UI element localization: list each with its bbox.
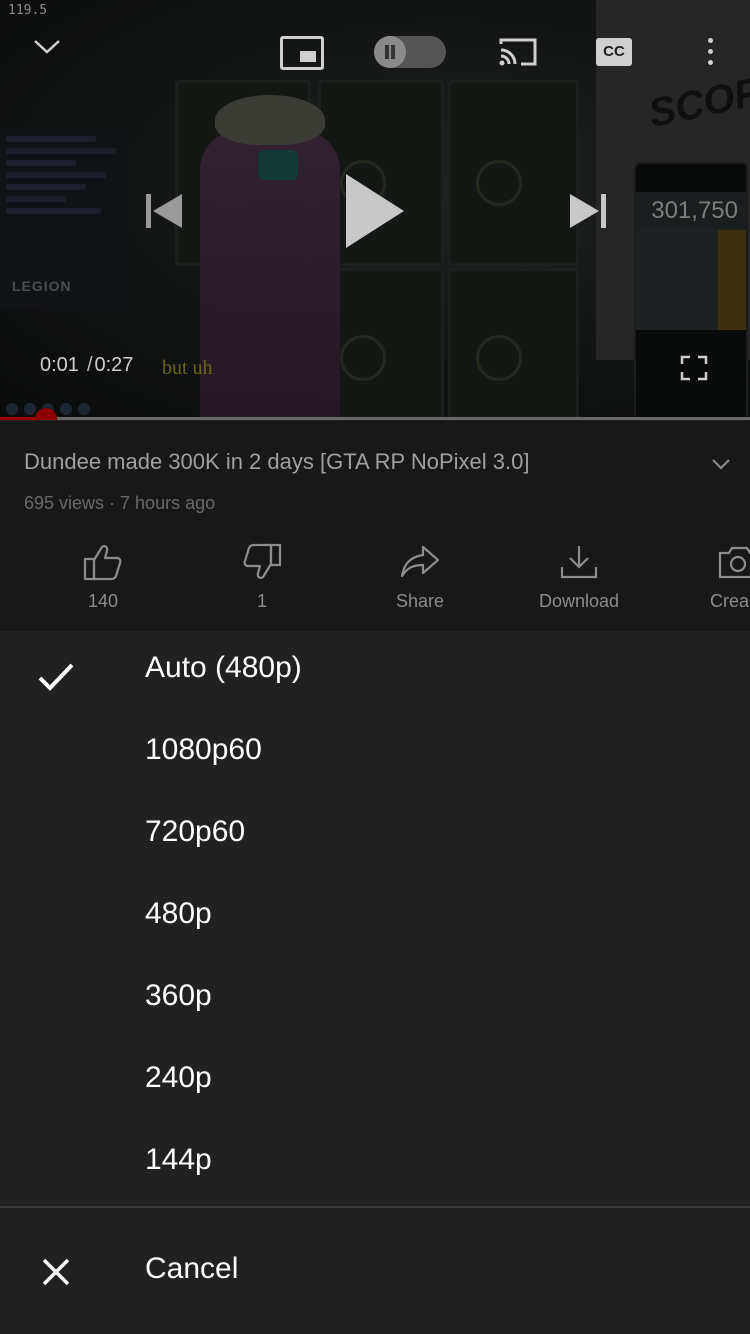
captions-button[interactable]: CC (596, 38, 632, 66)
download-button[interactable]: Download (524, 543, 634, 612)
quality-option-360p[interactable]: 360p (0, 959, 750, 1041)
dislike-count: 1 (256, 591, 267, 611)
quality-option-label: 144p (145, 1143, 212, 1176)
fullscreen-icon (680, 355, 708, 381)
caption-text: but uh (162, 357, 213, 379)
thumbs-down-icon (243, 543, 282, 579)
chevron-down-icon (34, 40, 60, 54)
seek-bar[interactable] (0, 408, 750, 420)
like-button[interactable]: 140 (48, 543, 158, 612)
video-meta: 695 views · 7 hours ago (24, 493, 216, 513)
quality-option-label: 720p60 (145, 815, 246, 848)
share-button[interactable]: Share (365, 543, 475, 612)
video-title[interactable]: Dundee made 300K in 2 days [GTA RP NoPix… (24, 449, 529, 475)
skip-previous-icon (146, 194, 182, 228)
checkmark-icon (38, 663, 74, 691)
dislike-button[interactable]: 1 (207, 543, 317, 612)
chevron-down-icon (712, 459, 730, 470)
quality-option-144p[interactable]: 144p (0, 1123, 750, 1205)
previous-button[interactable] (144, 192, 184, 230)
minimize-button[interactable] (30, 34, 64, 58)
create-icon (718, 546, 750, 579)
autoplay-toggle[interactable] (374, 36, 446, 68)
quality-option-480p[interactable]: 480p (0, 877, 750, 959)
time-separator: / (86, 354, 93, 376)
thumbs-up-icon (83, 545, 122, 581)
status-time: 119.5 (8, 3, 48, 18)
download-icon (560, 546, 598, 579)
pause-icon (374, 36, 406, 68)
quality-option-240p[interactable]: 240p (0, 1041, 750, 1123)
next-button[interactable] (568, 192, 608, 230)
cast-button[interactable] (497, 36, 539, 68)
quality-option-label: Auto (480p) (145, 651, 302, 684)
download-label: Download (538, 591, 620, 611)
cancel-button[interactable]: Cancel (0, 1208, 750, 1334)
video-player[interactable]: LEGION SCOPE 301,750 119.5 CC 0:01 / 0:2… (0, 0, 750, 420)
video-info: Dundee made 300K in 2 days [GTA RP NoPix… (0, 421, 750, 631)
play-icon (346, 174, 404, 248)
play-button[interactable] (342, 172, 406, 250)
quality-menu: Auto (480p) 1080p60 720p60 480p 360p 240… (0, 631, 750, 1334)
miniplayer-button[interactable] (280, 36, 324, 70)
more-options-button[interactable] (700, 34, 720, 70)
quality-option-720p60[interactable]: 720p60 (0, 795, 750, 877)
expand-description-button[interactable] (710, 457, 732, 471)
quality-option-label: 1080p60 (145, 733, 262, 766)
create-button[interactable]: Crea (683, 543, 750, 612)
like-count: 140 (87, 591, 119, 611)
duration: 0:27 (94, 354, 134, 376)
create-label: Crea (710, 591, 750, 611)
current-time: 0:01 (40, 354, 79, 376)
share-icon (400, 545, 440, 578)
close-icon (42, 1258, 70, 1286)
quality-option-1080p60[interactable]: 1080p60 (0, 713, 750, 795)
quality-option-label: 360p (145, 979, 212, 1012)
skip-next-icon (570, 194, 606, 228)
quality-option-label: 240p (145, 1061, 212, 1094)
fullscreen-button[interactable] (680, 355, 708, 381)
cast-icon (499, 38, 537, 66)
cancel-label: Cancel (145, 1252, 239, 1285)
time-display: 0:01 /0:27 (40, 354, 133, 377)
quality-option-label: 480p (145, 897, 212, 930)
quality-option-auto[interactable]: Auto (480p) (0, 631, 750, 713)
share-label: Share (395, 591, 445, 611)
